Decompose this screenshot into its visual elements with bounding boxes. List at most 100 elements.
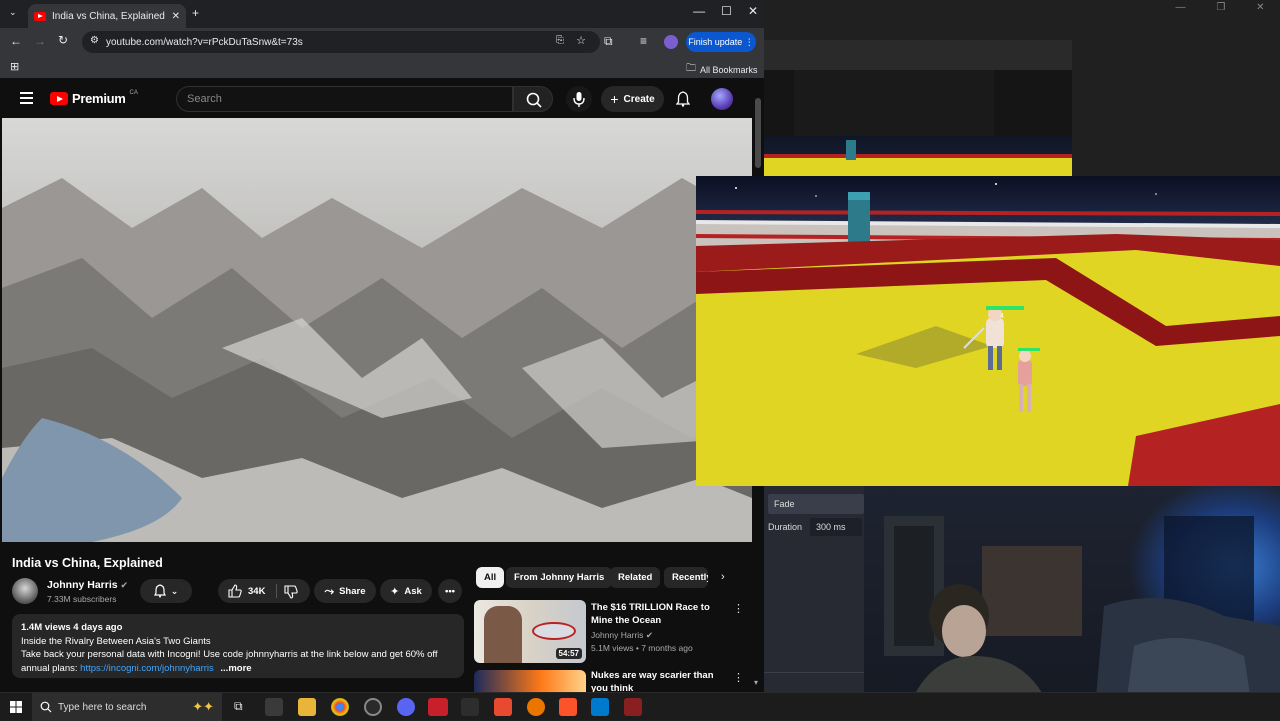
- browser-toolbar: ← → ↻ ⚙ youtube.com/watch?v=rPckDuTaSnw&…: [0, 28, 764, 56]
- search-button[interactable]: [513, 86, 553, 112]
- brave-icon[interactable]: [559, 698, 577, 716]
- menu-icon[interactable]: [20, 92, 33, 104]
- thumbs-up-icon: [228, 584, 242, 598]
- recommendation-channel[interactable]: Johnny Harris ✔: [591, 630, 653, 641]
- view-count-date: 1.4M views 4 days ago: [21, 622, 123, 633]
- tab-strip: ⌄ India vs China, Explained - YouTube ✕ …: [0, 0, 764, 28]
- obs-icon[interactable]: [364, 698, 382, 716]
- description-line: Inside the Rivalry Between Asia's Two Gi…: [21, 635, 211, 647]
- webcam-scene: [884, 516, 1280, 720]
- thumbs-down-icon[interactable]: [284, 585, 298, 599]
- address-bar[interactable]: ⚙ youtube.com/watch?v=rPckDuTaSnw&t=73s …: [82, 31, 600, 53]
- discord-icon[interactable]: [397, 698, 415, 716]
- chip-from-channel[interactable]: From Johnny Harris: [506, 567, 613, 588]
- duration-label: Duration: [768, 522, 803, 532]
- account-avatar[interactable]: [711, 88, 733, 110]
- close-window-icon[interactable]: ✕: [748, 4, 758, 18]
- restore-icon[interactable]: ❐: [1216, 2, 1225, 13]
- recommendation-title[interactable]: The $16 TRILLION Race to Mine the Ocean: [591, 601, 729, 627]
- task-view-icon[interactable]: ⧉: [234, 699, 243, 714]
- youtube-logo[interactable]: Premium CA: [50, 89, 138, 106]
- preview-browser-bar: [764, 40, 1072, 70]
- video-duration: 54:57: [555, 648, 582, 659]
- video-player[interactable]: [2, 118, 752, 542]
- video-title: India vs China, Explained: [12, 556, 163, 570]
- subscribe-bell-button[interactable]: ⌄: [140, 579, 192, 603]
- chevron-right-icon[interactable]: ›: [721, 571, 725, 583]
- back-icon[interactable]: ←: [10, 34, 22, 48]
- thumbnail-device: [532, 622, 576, 640]
- chip-recently[interactable]: Recently: [664, 567, 708, 588]
- more-vertical-icon[interactable]: ⋮: [733, 671, 744, 684]
- minimize-icon[interactable]: —: [1175, 2, 1185, 13]
- subscriber-count: 7.33M subscribers: [47, 594, 117, 604]
- like-button[interactable]: 34K: [228, 584, 265, 598]
- channel-name[interactable]: Johnny Harris ✔: [47, 579, 128, 591]
- verified-icon: ✔: [645, 630, 653, 640]
- game-app-icon[interactable]: [428, 698, 448, 716]
- new-tab-icon[interactable]: +: [192, 6, 199, 20]
- background-window-controls: — ❐ ✕: [1160, 0, 1280, 14]
- finish-update-button[interactable]: Finish update ⋮: [686, 32, 756, 52]
- voice-search-button[interactable]: [566, 86, 592, 112]
- description-line: Take back your personal data with Incogn…: [21, 649, 438, 660]
- bell-icon: [153, 584, 166, 598]
- transition-select[interactable]: Fade: [768, 494, 864, 514]
- duration-input[interactable]: 300 ms: [810, 518, 862, 536]
- more-actions-button[interactable]: •••: [438, 579, 462, 603]
- taskbar-search-input[interactable]: Type here to search ✦✦: [32, 693, 222, 721]
- install-app-icon[interactable]: ⎘: [556, 35, 564, 46]
- share-button[interactable]: ⤳ Share: [314, 579, 376, 603]
- region-code: CA: [129, 89, 138, 96]
- notifications-bell-icon[interactable]: [676, 91, 690, 107]
- show-more-link[interactable]: ...more: [220, 663, 251, 674]
- media-controls-icon[interactable]: ≡: [640, 34, 647, 48]
- close-tab-icon[interactable]: ✕: [172, 11, 180, 22]
- close-icon[interactable]: ✕: [1256, 2, 1264, 13]
- channel-avatar[interactable]: [12, 578, 38, 604]
- browser-tab[interactable]: India vs China, Explained - YouTube ✕: [28, 4, 186, 28]
- file-explorer-icon[interactable]: [298, 698, 316, 716]
- obs-transition-panel: Fade Duration 300 ms: [764, 486, 864, 720]
- video-description[interactable]: 1.4M views 4 days ago Inside the Rivalry…: [12, 614, 464, 678]
- sparkle-icon: ✦: [390, 585, 400, 598]
- app-icon-4[interactable]: [624, 698, 642, 716]
- blender-icon[interactable]: [527, 698, 545, 716]
- logo-text: Premium: [72, 91, 126, 106]
- tab-title: India vs China, Explained - YouTube: [52, 10, 168, 22]
- recursive-capture-preview: [764, 40, 1072, 176]
- search-input[interactable]: Search: [176, 86, 513, 112]
- extensions-icon[interactable]: ⧉: [604, 34, 613, 49]
- app-icon-3[interactable]: [494, 698, 512, 716]
- recommendation-title[interactable]: Nukes are way scarier than you think: [591, 669, 729, 692]
- chrome-icon[interactable]: [331, 698, 349, 716]
- more-vertical-icon[interactable]: ⋮: [733, 602, 744, 615]
- preview-floor-strip: [764, 158, 1072, 176]
- vscode-icon[interactable]: [591, 698, 609, 716]
- forward-icon[interactable]: →: [34, 34, 46, 48]
- tab-search-icon[interactable]: ⌄: [9, 7, 17, 18]
- ask-button[interactable]: ✦ Ask: [380, 579, 432, 603]
- reload-icon[interactable]: ↻: [58, 33, 68, 47]
- description-line: annual plans: https://incogni.com/johnny…: [21, 662, 252, 674]
- youtube-play-icon: [50, 92, 68, 105]
- site-info-icon[interactable]: ⚙: [90, 35, 99, 46]
- scroll-down-icon[interactable]: ▾: [754, 678, 758, 687]
- chip-related[interactable]: Related: [610, 567, 661, 588]
- profile-avatar[interactable]: [664, 35, 678, 49]
- create-button[interactable]: + Create: [601, 86, 664, 112]
- chip-all[interactable]: All: [476, 567, 505, 588]
- scrollbar-thumb[interactable]: [755, 98, 761, 168]
- app-icon-2[interactable]: [461, 698, 479, 716]
- bookmark-star-icon[interactable]: ☆: [576, 34, 586, 47]
- maximize-icon[interactable]: ☐: [721, 4, 732, 18]
- recommendation-thumbnail[interactable]: 54:57: [474, 600, 586, 663]
- app-icon-1[interactable]: [265, 698, 283, 716]
- recommendation-thumbnail[interactable]: [474, 670, 586, 692]
- all-bookmarks-button[interactable]: 🗀 All Bookmarks: [686, 61, 758, 78]
- apps-grid-icon[interactable]: ⊞: [10, 60, 19, 73]
- sponsor-link[interactable]: https://incogni.com/johnnyharris: [80, 663, 214, 674]
- youtube-favicon-icon: [34, 11, 46, 21]
- minimize-icon[interactable]: —: [693, 4, 705, 18]
- windows-start-icon[interactable]: [10, 701, 22, 713]
